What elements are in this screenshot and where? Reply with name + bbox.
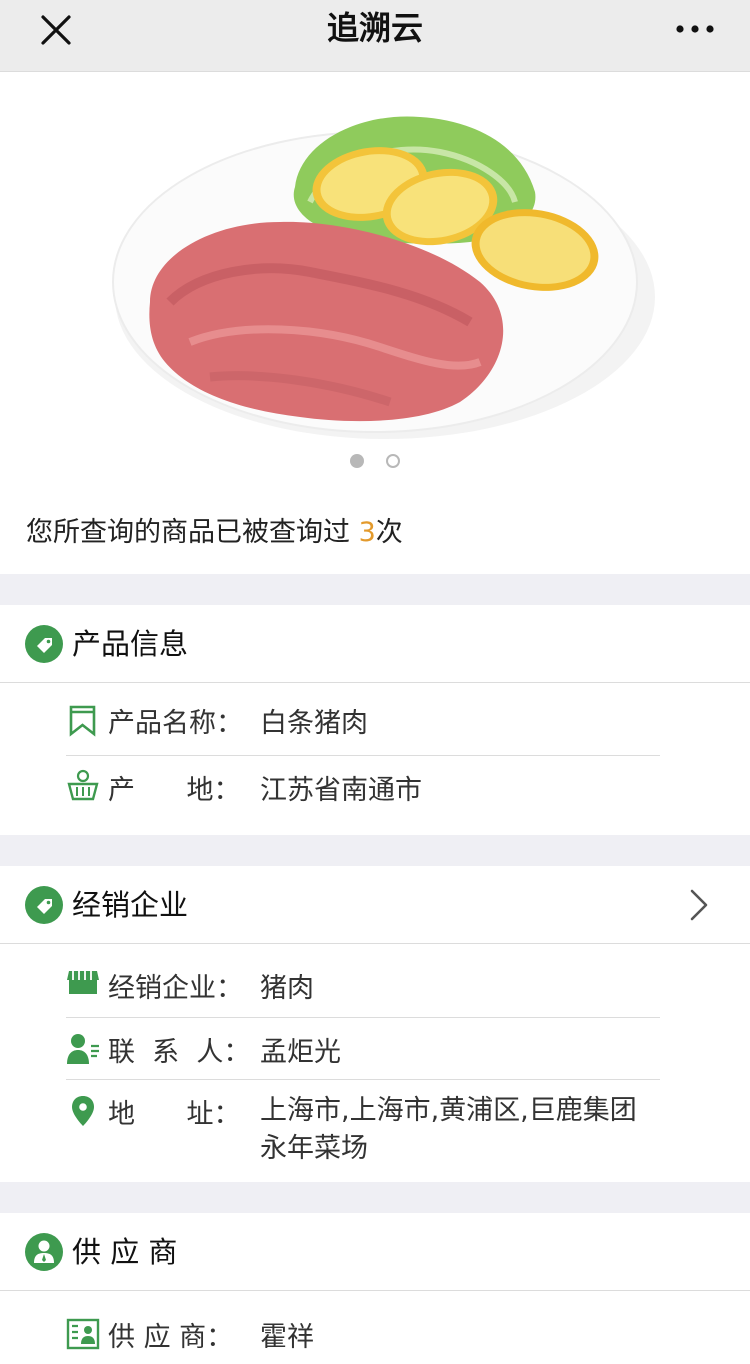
origin-label: 产 地：: [108, 775, 241, 806]
product-info-header: 产品信息: [0, 605, 750, 683]
contact-value: 孟炬光: [260, 1037, 341, 1068]
query-count: 3: [358, 517, 376, 548]
query-text: 您所查询的商品已被查询过: [26, 517, 359, 548]
id-card-icon: [66, 1317, 100, 1351]
distributor-company-label: 经销企业：: [108, 973, 243, 1004]
distributor-company-row: 经销企业： 猪肉: [66, 944, 660, 1018]
origin-value: 江苏省南通市: [260, 775, 422, 806]
query-suffix: 次: [375, 517, 403, 548]
supplier-header: 供 应 商: [0, 1213, 750, 1291]
product-name-value: 白条猪肉: [260, 708, 368, 739]
address-value: 上海市,上海市,黄浦区,巨鹿集团永年菜场: [260, 1095, 637, 1164]
top-bar: 追溯云: [0, 0, 750, 72]
contact-label: 联 系 人：: [108, 1037, 251, 1068]
page-title: 追溯云: [326, 9, 423, 47]
carousel-dot-2[interactable]: [385, 453, 400, 468]
product-info-card: 产品信息 产品名称： 白条猪肉 产 地： 江苏省南通市: [0, 605, 750, 835]
supplier-card: 供 应 商 供 应 商： 霍祥: [0, 1213, 750, 1364]
carousel-indicator: [0, 450, 750, 469]
distributor-title: 经销企业: [72, 888, 189, 922]
tag-icon: [25, 625, 63, 663]
tag-icon: [25, 886, 63, 924]
contact-person-icon: [66, 1032, 100, 1066]
chevron-right-icon[interactable]: [684, 888, 714, 922]
contact-row: 联 系 人： 孟炬光: [66, 1018, 660, 1080]
supplier-value: 霍祥: [260, 1322, 314, 1353]
address-row: 地 址： 上海市,上海市,黄浦区,巨鹿集团永年菜场: [66, 1080, 660, 1182]
distributor-card: 经销企业 经销企业： 猪肉 联 系 人： 孟炬光 地 址： 上海市,上海市,黄浦…: [0, 866, 750, 1182]
query-count-notice: 您所查询的商品已被查询过 3次: [0, 492, 750, 574]
person-badge-icon: [25, 1233, 63, 1271]
supplier-title: 供 应 商: [72, 1235, 178, 1269]
store-icon: [66, 966, 100, 1000]
carousel-dot-1[interactable]: [350, 453, 365, 468]
distributor-header[interactable]: 经销企业: [0, 866, 750, 944]
more-dots-icon[interactable]: [670, 14, 720, 44]
supplier-label: 供 应 商：: [108, 1322, 234, 1353]
location-pin-icon: [66, 1094, 100, 1128]
supplier-row: 供 应 商： 霍祥: [66, 1291, 660, 1363]
product-name-label: 产品名称：: [108, 708, 243, 739]
bookmark-icon: [66, 703, 100, 737]
origin-row: 产 地： 江苏省南通市: [66, 756, 660, 831]
product-info-title: 产品信息: [72, 627, 189, 661]
product-name-row: 产品名称： 白条猪肉: [66, 683, 660, 756]
origin-basket-icon: [66, 768, 100, 802]
distributor-company-value: 猪肉: [260, 973, 314, 1004]
product-image-carousel[interactable]: [0, 72, 750, 492]
address-label: 地 址：: [108, 1099, 241, 1130]
product-photo: [112, 116, 655, 439]
